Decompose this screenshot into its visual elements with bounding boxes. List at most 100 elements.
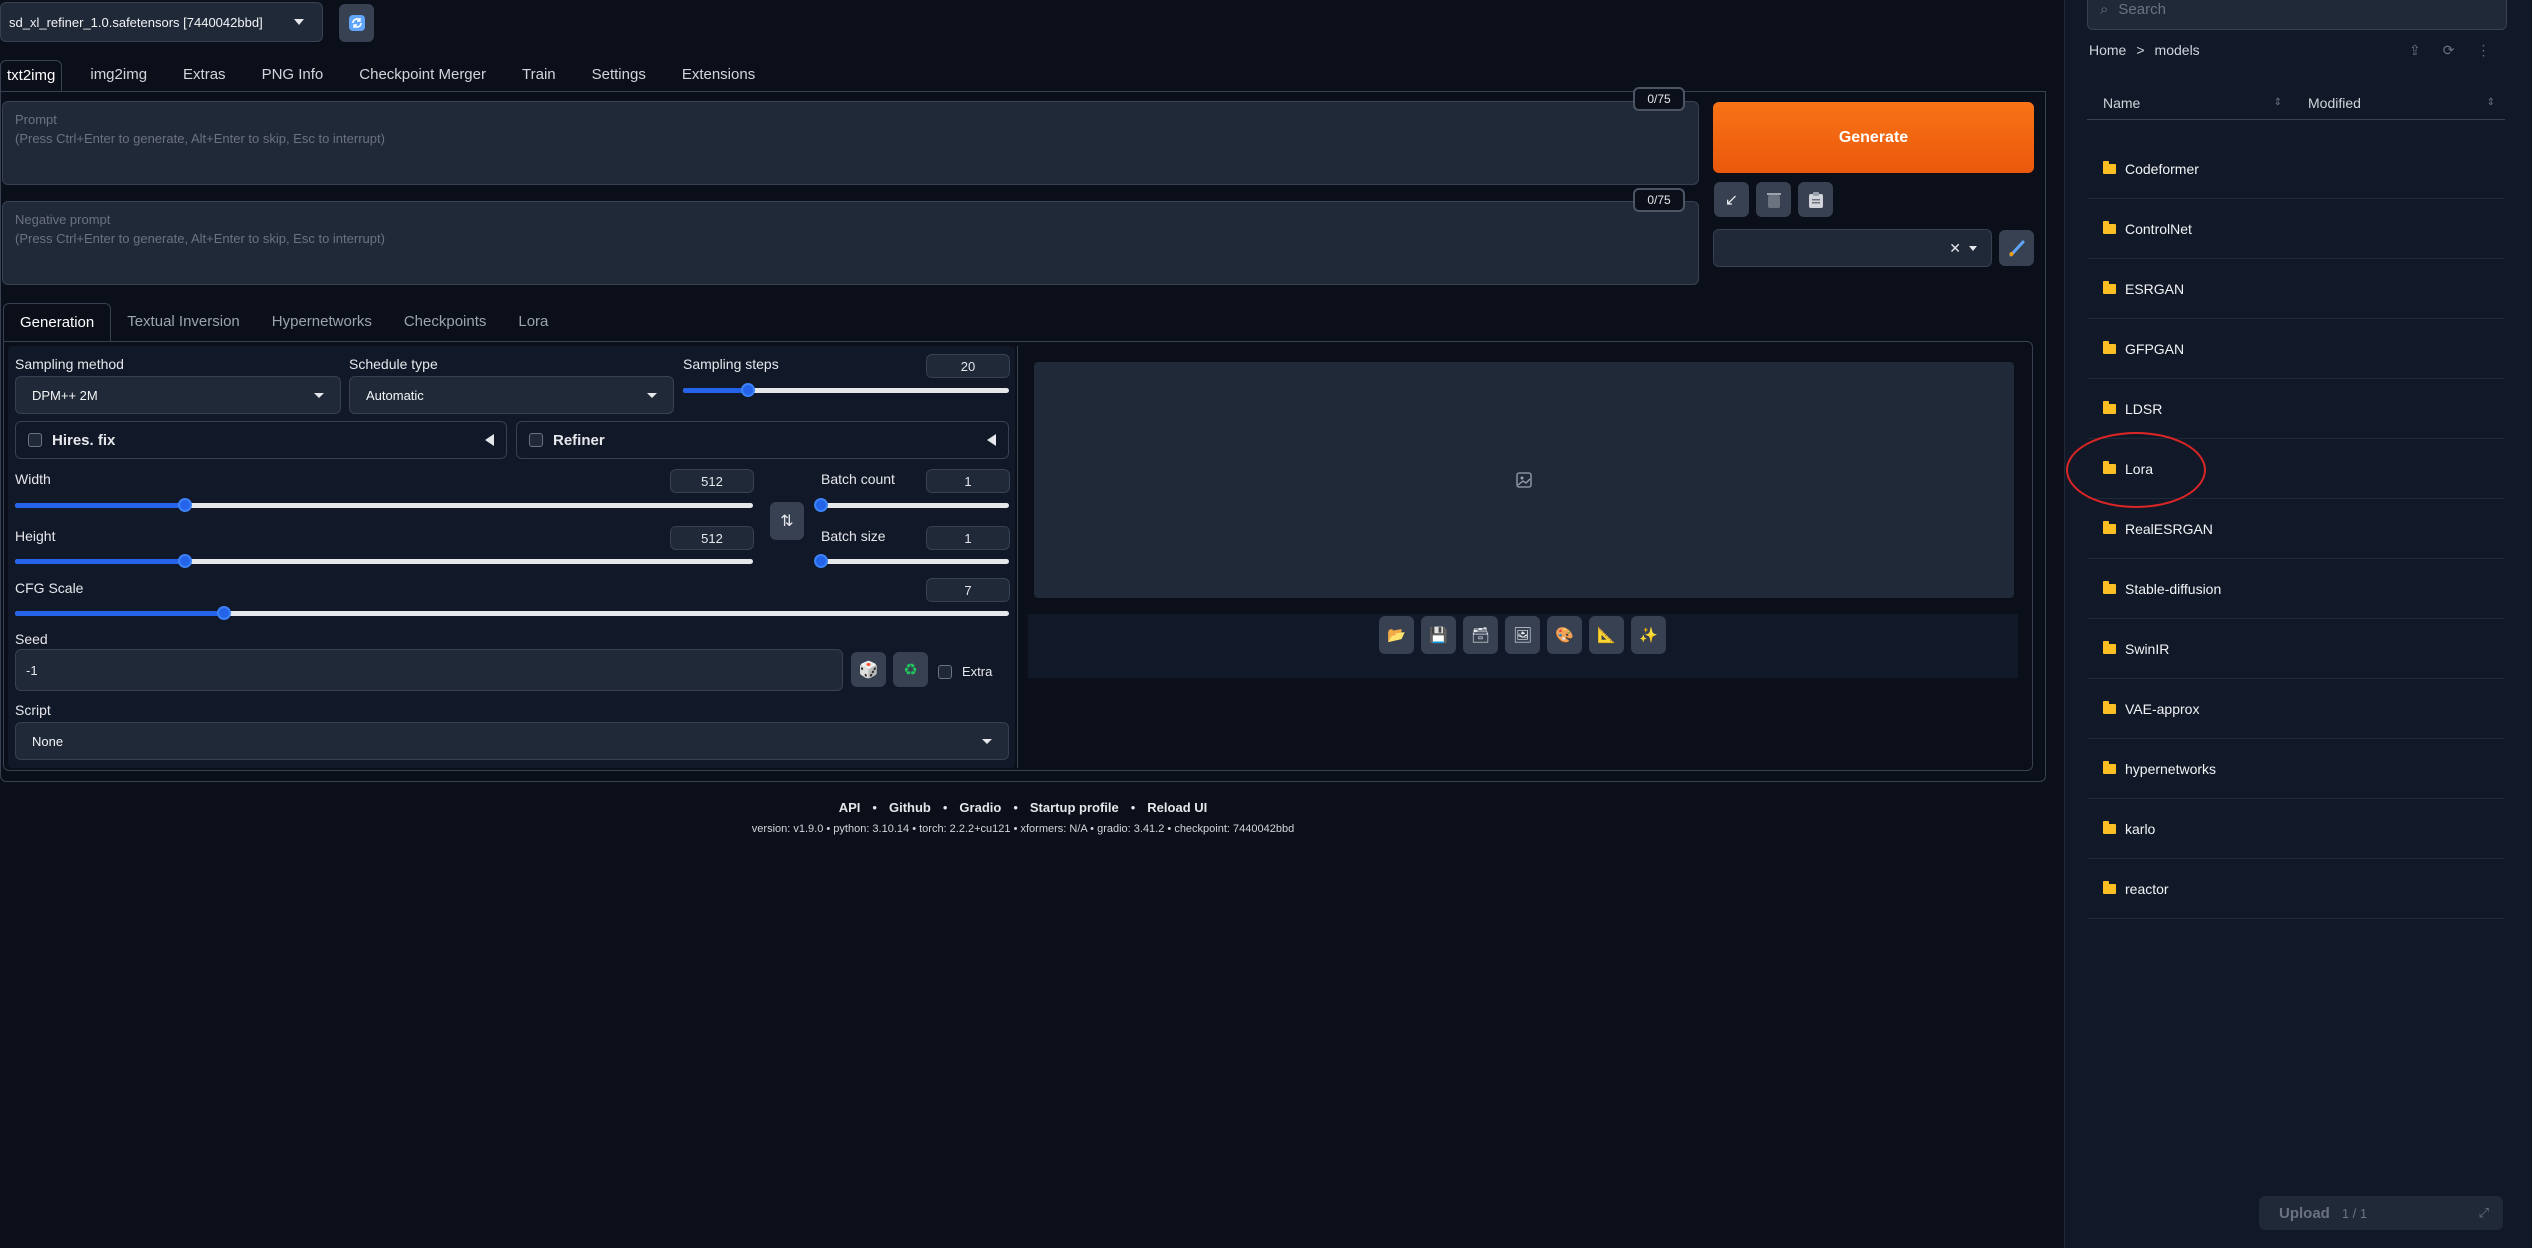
width-slider[interactable] — [15, 498, 753, 512]
height-slider[interactable] — [15, 554, 753, 568]
hires-fix-checkbox[interactable] — [28, 433, 42, 447]
tab-png-info[interactable]: PNG Info — [262, 60, 324, 92]
slider-thumb[interactable] — [177, 498, 192, 512]
batch-count-input[interactable]: 1 — [926, 469, 1010, 493]
folder-row[interactable]: SwinIR — [2087, 619, 2505, 679]
script-dropdown[interactable]: None — [15, 722, 1009, 760]
checkpoint-dropdown[interactable]: sd_xl_refiner_1.0.safetensors [7440042bb… — [0, 2, 323, 42]
folder-row[interactable]: Stable-diffusion — [2087, 559, 2505, 619]
footer-link-gradio[interactable]: Gradio — [959, 800, 1001, 815]
tab-extensions[interactable]: Extensions — [682, 60, 755, 92]
slider-thumb[interactable] — [177, 554, 192, 568]
folder-row[interactable]: ESRGAN — [2087, 259, 2505, 319]
tab-lora[interactable]: Lora — [502, 303, 564, 341]
send-to-img2img-button[interactable]: 🖼 — [1505, 616, 1540, 654]
folder-name: SwinIR — [2125, 640, 2170, 657]
footer-links: API • Github • Gradio • Startup profile • Reload… — [0, 800, 2046, 815]
tab-hypernetworks[interactable]: Hypernetworks — [256, 303, 388, 341]
tab-train[interactable]: Train — [522, 60, 556, 92]
folder-row[interactable]: reactor — [2087, 859, 2505, 919]
hires-fix-accordion[interactable]: Hires. fix — [15, 421, 507, 459]
column-modified-label: Modified — [2308, 94, 2361, 111]
clear-icon[interactable]: ✕ — [1949, 240, 1961, 257]
refiner-checkbox[interactable] — [529, 433, 543, 447]
seed-input[interactable]: -1 — [15, 649, 843, 691]
sampling-method-dropdown[interactable]: DPM++ 2M — [15, 376, 341, 414]
folder-row[interactable]: ControlNet — [2087, 199, 2505, 259]
cfg-scale-slider[interactable] — [15, 606, 1009, 620]
tab-settings[interactable]: Settings — [592, 60, 646, 92]
footer-link-api[interactable]: API — [839, 800, 861, 815]
generate-button[interactable]: Generate — [1713, 102, 2034, 173]
folder-icon — [2103, 820, 2116, 834]
edit-styles-button[interactable] — [1999, 230, 2034, 266]
folder-row[interactable]: RealESRGAN — [2087, 499, 2505, 559]
breadcrumb-home[interactable]: Home — [2089, 42, 2126, 58]
clear-prompt-button[interactable] — [1756, 182, 1791, 217]
negative-prompt-textarea[interactable]: Negative prompt (Press Ctrl+Enter to gen… — [2, 201, 1699, 285]
folder-row[interactable]: LDSR — [2087, 379, 2505, 439]
extra-checkbox[interactable] — [938, 664, 952, 679]
tab-generation[interactable]: Generation — [3, 303, 112, 341]
reuse-seed-button[interactable]: ♻ — [893, 652, 928, 687]
tab-txt2img[interactable]: txt2img — [0, 60, 63, 92]
tab-textual-inversion[interactable]: Textual Inversion — [111, 303, 256, 341]
read-params-button[interactable]: ↙ — [1714, 182, 1749, 217]
swap-dimensions-button[interactable]: ⇅ — [770, 502, 804, 540]
refresh-checkpoints-button[interactable] — [339, 4, 374, 42]
breadcrumb-models[interactable]: models — [2155, 42, 2200, 58]
schedule-type-dropdown[interactable]: Automatic — [349, 376, 674, 414]
file-browser-panel: ⌕ Search Home > models ⇪ ⟳ ⋮ Name ⇕ Modi… — [2064, 0, 2532, 1248]
slider-thumb[interactable] — [814, 498, 828, 512]
expand-icon[interactable]: ⤢ — [2479, 1205, 2489, 1221]
collapse-arrow-icon — [485, 434, 494, 446]
folder-row[interactable]: VAE-approx — [2087, 679, 2505, 739]
sampling-steps-input[interactable]: 20 — [926, 354, 1010, 378]
file-search-input[interactable]: ⌕ Search — [2087, 0, 2507, 30]
hires-upscale-button[interactable]: ✨ — [1631, 616, 1666, 654]
height-input[interactable]: 512 — [670, 526, 754, 550]
batch-count-slider[interactable] — [814, 498, 1009, 512]
column-header-name[interactable]: Name ⇕ — [2087, 86, 2292, 120]
width-input[interactable]: 512 — [670, 469, 754, 493]
styles-dropdown[interactable]: ✕ — [1713, 229, 1992, 267]
folder-row[interactable]: GFPGAN — [2087, 319, 2505, 379]
prompt-textarea[interactable]: Prompt (Press Ctrl+Enter to generate, Al… — [2, 101, 1699, 185]
folder-row[interactable]: Codeformer — [2087, 139, 2505, 199]
footer-link-reload-ui[interactable]: Reload UI — [1147, 800, 1207, 815]
paste-styles-button[interactable] — [1798, 182, 1833, 217]
footer-link-startup-profile[interactable]: Startup profile — [1030, 800, 1119, 815]
tab-extras[interactable]: Extras — [183, 60, 226, 92]
send-to-extras-button[interactable]: 📐 — [1589, 616, 1624, 654]
refresh-icon[interactable]: ⟳ — [2443, 42, 2455, 59]
random-seed-button[interactable]: 🎲 — [851, 652, 886, 687]
schedule-type-value: Automatic — [366, 387, 424, 403]
more-options-icon[interactable]: ⋮ — [2476, 42, 2490, 59]
zip-button[interactable]: 🗃 — [1463, 616, 1498, 654]
upload-icon[interactable]: ⇪ — [2409, 42, 2421, 59]
upload-button[interactable]: Upload 1 / 1 ⤢ — [2259, 1196, 2503, 1230]
slider-thumb[interactable] — [216, 606, 231, 620]
send-to-inpaint-button[interactable]: 🎨 — [1547, 616, 1582, 654]
folder-row[interactable]: hypernetworks — [2087, 739, 2505, 799]
extra-seed-toggle[interactable]: Extra — [938, 664, 992, 679]
prompt-token-counter: 0/75 — [1633, 87, 1685, 111]
batch-size-input[interactable]: 1 — [926, 526, 1010, 550]
open-folder-button[interactable]: 📂 — [1379, 616, 1414, 654]
sampling-steps-slider[interactable] — [683, 383, 1009, 397]
tab-checkpoints[interactable]: Checkpoints — [388, 303, 503, 341]
tab-checkpoint-merger[interactable]: Checkpoint Merger — [359, 60, 486, 92]
folder-row[interactable]: karlo — [2087, 799, 2505, 859]
script-label: Script — [15, 702, 51, 718]
tab-img2img[interactable]: img2img — [90, 60, 147, 92]
column-header-modified[interactable]: Modified ⇕ — [2292, 86, 2505, 120]
cfg-scale-input[interactable]: 7 — [926, 578, 1010, 602]
output-gallery — [1034, 362, 2014, 598]
slider-thumb[interactable] — [814, 554, 828, 568]
footer-link-github[interactable]: Github — [889, 800, 931, 815]
sampling-method-value: DPM++ 2M — [32, 387, 98, 403]
refiner-accordion[interactable]: Refiner — [516, 421, 1009, 459]
batch-size-slider[interactable] — [814, 554, 1009, 568]
save-button[interactable]: 💾 — [1421, 616, 1456, 654]
folder-icon: 📂 — [1387, 627, 1406, 644]
